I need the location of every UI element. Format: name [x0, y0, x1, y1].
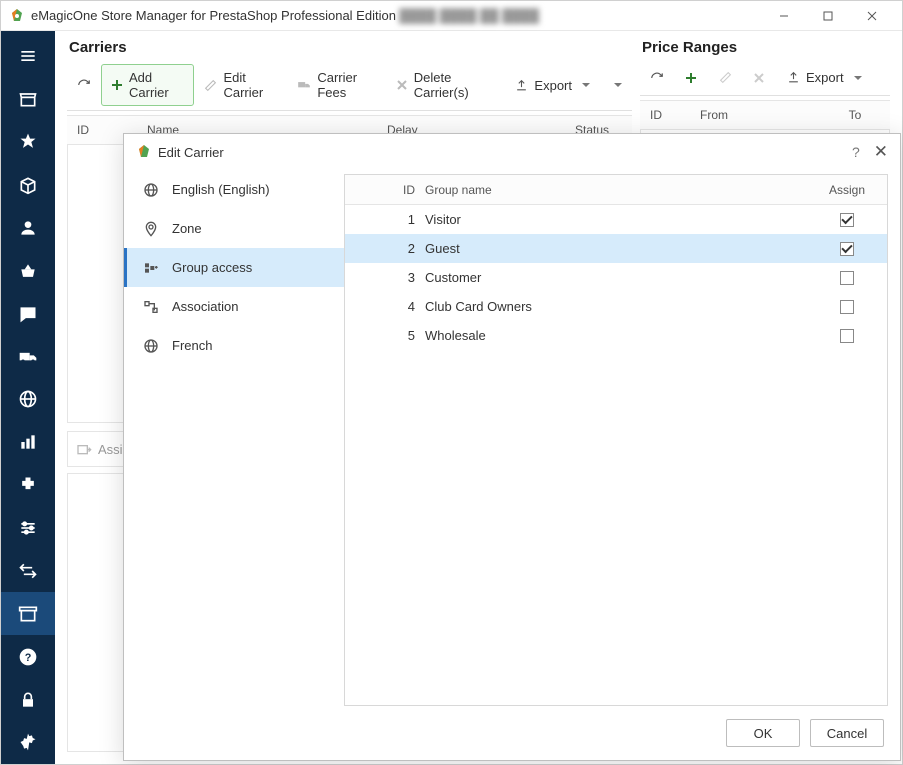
assign-checkbox[interactable]: [840, 242, 854, 256]
edit-carrier-button[interactable]: Edit Carrier: [194, 64, 287, 106]
nav-group-access[interactable]: Group access: [124, 248, 344, 287]
sidebar-settings-icon[interactable]: [1, 721, 55, 764]
col-range-id[interactable]: ID: [640, 108, 690, 122]
edit-range-button[interactable]: [708, 65, 742, 91]
price-ranges-title: Price Ranges: [642, 39, 890, 56]
refresh-button[interactable]: [67, 72, 101, 98]
add-range-button[interactable]: [674, 65, 708, 91]
sidebar-user-icon[interactable]: [1, 207, 55, 250]
sidebar-help-icon[interactable]: ?: [1, 635, 55, 678]
sidebar-box-icon[interactable]: [1, 164, 55, 207]
group-icon: [142, 259, 160, 277]
window-minimize-button[interactable]: [762, 1, 806, 31]
sidebar-globe-icon[interactable]: [1, 378, 55, 421]
sidebar-lock-icon[interactable]: [1, 678, 55, 721]
cancel-button[interactable]: Cancel: [810, 719, 884, 747]
title-bar: eMagicOne Store Manager for PrestaShop P…: [1, 1, 902, 31]
carriers-title: Carriers: [69, 39, 632, 56]
delete-carrier-button[interactable]: Delete Carrier(s): [386, 64, 505, 106]
sidebar-store-icon[interactable]: [1, 78, 55, 121]
app-logo-icon: [9, 8, 25, 24]
nav-french[interactable]: French: [124, 326, 344, 365]
nav-language[interactable]: English (English): [124, 170, 344, 209]
carriers-toolbar: Add Carrier Edit Carrier Carrier Fees De…: [67, 64, 632, 111]
dialog-footer: OK Cancel: [124, 706, 900, 760]
group-row[interactable]: 5Wholesale: [345, 321, 887, 350]
nav-zone-label: Zone: [172, 221, 202, 236]
group-row[interactable]: 3Customer: [345, 263, 887, 292]
group-rows: 1Visitor2Guest3Customer4Club Card Owners…: [345, 205, 887, 350]
dialog-close-button[interactable]: ✕: [874, 142, 888, 162]
window-title: eMagicOne Store Manager for PrestaShop P…: [31, 8, 539, 23]
link-icon: [142, 298, 160, 316]
group-row[interactable]: 2Guest: [345, 234, 887, 263]
group-col-assign[interactable]: Assign: [807, 183, 887, 197]
sidebar-sliders-icon[interactable]: [1, 507, 55, 550]
pin-icon: [142, 220, 160, 238]
toolbar-overflow-button[interactable]: [600, 77, 632, 93]
group-row-name: Wholesale: [425, 328, 807, 343]
export-carriers-button[interactable]: Export: [504, 72, 600, 99]
dialog-titlebar: Edit Carrier ? ✕: [124, 134, 900, 170]
sidebar-sync-icon[interactable]: [1, 550, 55, 593]
sidebar-star-icon[interactable]: [1, 121, 55, 164]
svg-text:?: ?: [25, 652, 32, 664]
refresh-ranges-button[interactable]: [640, 65, 674, 91]
group-table-header: ID Group name Assign: [345, 175, 887, 205]
sidebar: ?: [1, 31, 55, 764]
assign-checkbox[interactable]: [840, 271, 854, 285]
nav-association[interactable]: Association: [124, 287, 344, 326]
ok-button[interactable]: OK: [726, 719, 800, 747]
export-ranges-button[interactable]: Export: [776, 64, 872, 91]
group-row[interactable]: 4Club Card Owners: [345, 292, 887, 321]
col-range-to[interactable]: To: [820, 108, 890, 122]
edit-carrier-dialog: Edit Carrier ? ✕ English (English) Zone …: [123, 133, 901, 761]
window-maximize-button[interactable]: [806, 1, 850, 31]
sidebar-basket-icon[interactable]: [1, 249, 55, 292]
dialog-title: Edit Carrier: [158, 145, 224, 160]
sidebar-archive-icon[interactable]: [1, 592, 55, 635]
ranges-table-header: ID From To: [640, 100, 890, 130]
sidebar-plugin-icon[interactable]: [1, 464, 55, 507]
nav-group-label: Group access: [172, 260, 252, 275]
nav-french-label: French: [172, 338, 212, 353]
sidebar-truck-icon[interactable]: [1, 335, 55, 378]
dialog-logo-icon: [136, 144, 152, 160]
sidebar-menu-icon[interactable]: [1, 35, 55, 78]
carrier-fees-button[interactable]: Carrier Fees: [287, 64, 385, 106]
group-row-name: Customer: [425, 270, 807, 285]
group-row-id: 2: [345, 241, 425, 256]
sidebar-stats-icon[interactable]: [1, 421, 55, 464]
globe-icon: [142, 181, 160, 199]
group-row-id: 5: [345, 328, 425, 343]
add-carrier-button[interactable]: Add Carrier: [101, 64, 194, 106]
group-col-id[interactable]: ID: [345, 183, 425, 197]
nav-language-label: English (English): [172, 182, 270, 197]
group-row-name: Guest: [425, 241, 807, 256]
assign-checkbox[interactable]: [840, 213, 854, 227]
dialog-help-button[interactable]: ?: [852, 144, 860, 160]
nav-association-label: Association: [172, 299, 238, 314]
group-row-id: 4: [345, 299, 425, 314]
group-row-id: 3: [345, 270, 425, 285]
assign-checkbox[interactable]: [840, 329, 854, 343]
dialog-nav: English (English) Zone Group access Asso…: [124, 170, 344, 706]
group-access-content: ID Group name Assign 1Visitor2Guest3Cust…: [344, 174, 888, 706]
col-range-from[interactable]: From: [690, 108, 820, 122]
assign-icon: [76, 441, 92, 457]
group-col-name[interactable]: Group name: [425, 183, 807, 197]
group-row-name: Visitor: [425, 212, 807, 227]
nav-zone[interactable]: Zone: [124, 209, 344, 248]
price-ranges-toolbar: Export: [640, 64, 890, 96]
group-row-id: 1: [345, 212, 425, 227]
delete-range-button[interactable]: [742, 65, 776, 91]
group-row[interactable]: 1Visitor: [345, 205, 887, 234]
group-row-name: Club Card Owners: [425, 299, 807, 314]
window-close-button[interactable]: [850, 1, 894, 31]
globe-icon: [142, 337, 160, 355]
assign-checkbox[interactable]: [840, 300, 854, 314]
sidebar-chat-icon[interactable]: [1, 292, 55, 335]
